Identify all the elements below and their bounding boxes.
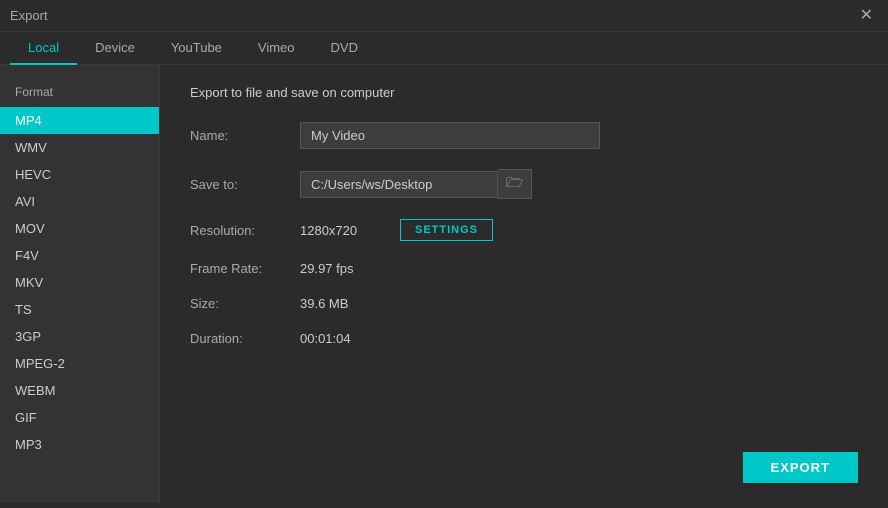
- resolution-field-row: Resolution: 1280x720 SETTINGS: [190, 219, 858, 241]
- duration-label: Duration:: [190, 331, 300, 346]
- tab-vimeo[interactable]: Vimeo: [240, 32, 313, 65]
- format-label: Format: [0, 80, 159, 107]
- footer: EXPORT: [743, 452, 858, 483]
- dialog-title: Export: [10, 8, 48, 23]
- name-field-row: Name:: [190, 122, 858, 149]
- tab-youtube[interactable]: YouTube: [153, 32, 240, 65]
- format-item-hevc[interactable]: HEVC: [0, 161, 159, 188]
- name-input[interactable]: [300, 122, 600, 149]
- format-item-3gp[interactable]: 3GP: [0, 323, 159, 350]
- format-item-webm[interactable]: WEBM: [0, 377, 159, 404]
- size-field-row: Size: 39.6 MB: [190, 296, 858, 311]
- format-item-mkv[interactable]: MKV: [0, 269, 159, 296]
- framerate-label: Frame Rate:: [190, 261, 300, 276]
- format-sidebar: Format MP4 WMV HEVC AVI MOV F4V MKV TS 3…: [0, 65, 160, 503]
- size-value: 39.6 MB: [300, 296, 348, 311]
- size-label: Size:: [190, 296, 300, 311]
- resolution-value: 1280x720: [300, 223, 400, 238]
- export-button[interactable]: EXPORT: [743, 452, 858, 483]
- tab-dvd[interactable]: DVD: [313, 32, 376, 65]
- export-content: Export to file and save on computer Name…: [160, 65, 888, 503]
- tab-device[interactable]: Device: [77, 32, 153, 65]
- tab-local[interactable]: Local: [10, 32, 77, 65]
- content-title: Export to file and save on computer: [190, 85, 858, 100]
- name-label: Name:: [190, 128, 300, 143]
- resolution-value-group: 1280x720 SETTINGS: [300, 219, 493, 241]
- framerate-value: 29.97 fps: [300, 261, 354, 276]
- folder-icon: 🗁: [506, 172, 523, 196]
- format-item-mp3[interactable]: MP3: [0, 431, 159, 458]
- format-item-gif[interactable]: GIF: [0, 404, 159, 431]
- format-item-mov[interactable]: MOV: [0, 215, 159, 242]
- main-area: Format MP4 WMV HEVC AVI MOV F4V MKV TS 3…: [0, 65, 888, 503]
- save-to-input-group: 🗁: [300, 169, 532, 199]
- close-button[interactable]: ✕: [855, 6, 878, 26]
- tab-bar: Local Device YouTube Vimeo DVD: [0, 32, 888, 65]
- duration-field-row: Duration: 00:01:04: [190, 331, 858, 346]
- framerate-field-row: Frame Rate: 29.97 fps: [190, 261, 858, 276]
- save-to-field-row: Save to: 🗁: [190, 169, 858, 199]
- format-item-avi[interactable]: AVI: [0, 188, 159, 215]
- title-bar: Export ✕: [0, 0, 888, 32]
- format-item-mpeg2[interactable]: MPEG-2: [0, 350, 159, 377]
- format-item-mp4[interactable]: MP4: [0, 107, 159, 134]
- duration-value: 00:01:04: [300, 331, 351, 346]
- format-item-wmv[interactable]: WMV: [0, 134, 159, 161]
- save-to-input[interactable]: [300, 171, 498, 198]
- settings-button[interactable]: SETTINGS: [400, 219, 493, 241]
- resolution-label: Resolution:: [190, 223, 300, 238]
- save-to-label: Save to:: [190, 177, 300, 192]
- format-item-ts[interactable]: TS: [0, 296, 159, 323]
- browse-folder-button[interactable]: 🗁: [498, 169, 532, 199]
- format-item-f4v[interactable]: F4V: [0, 242, 159, 269]
